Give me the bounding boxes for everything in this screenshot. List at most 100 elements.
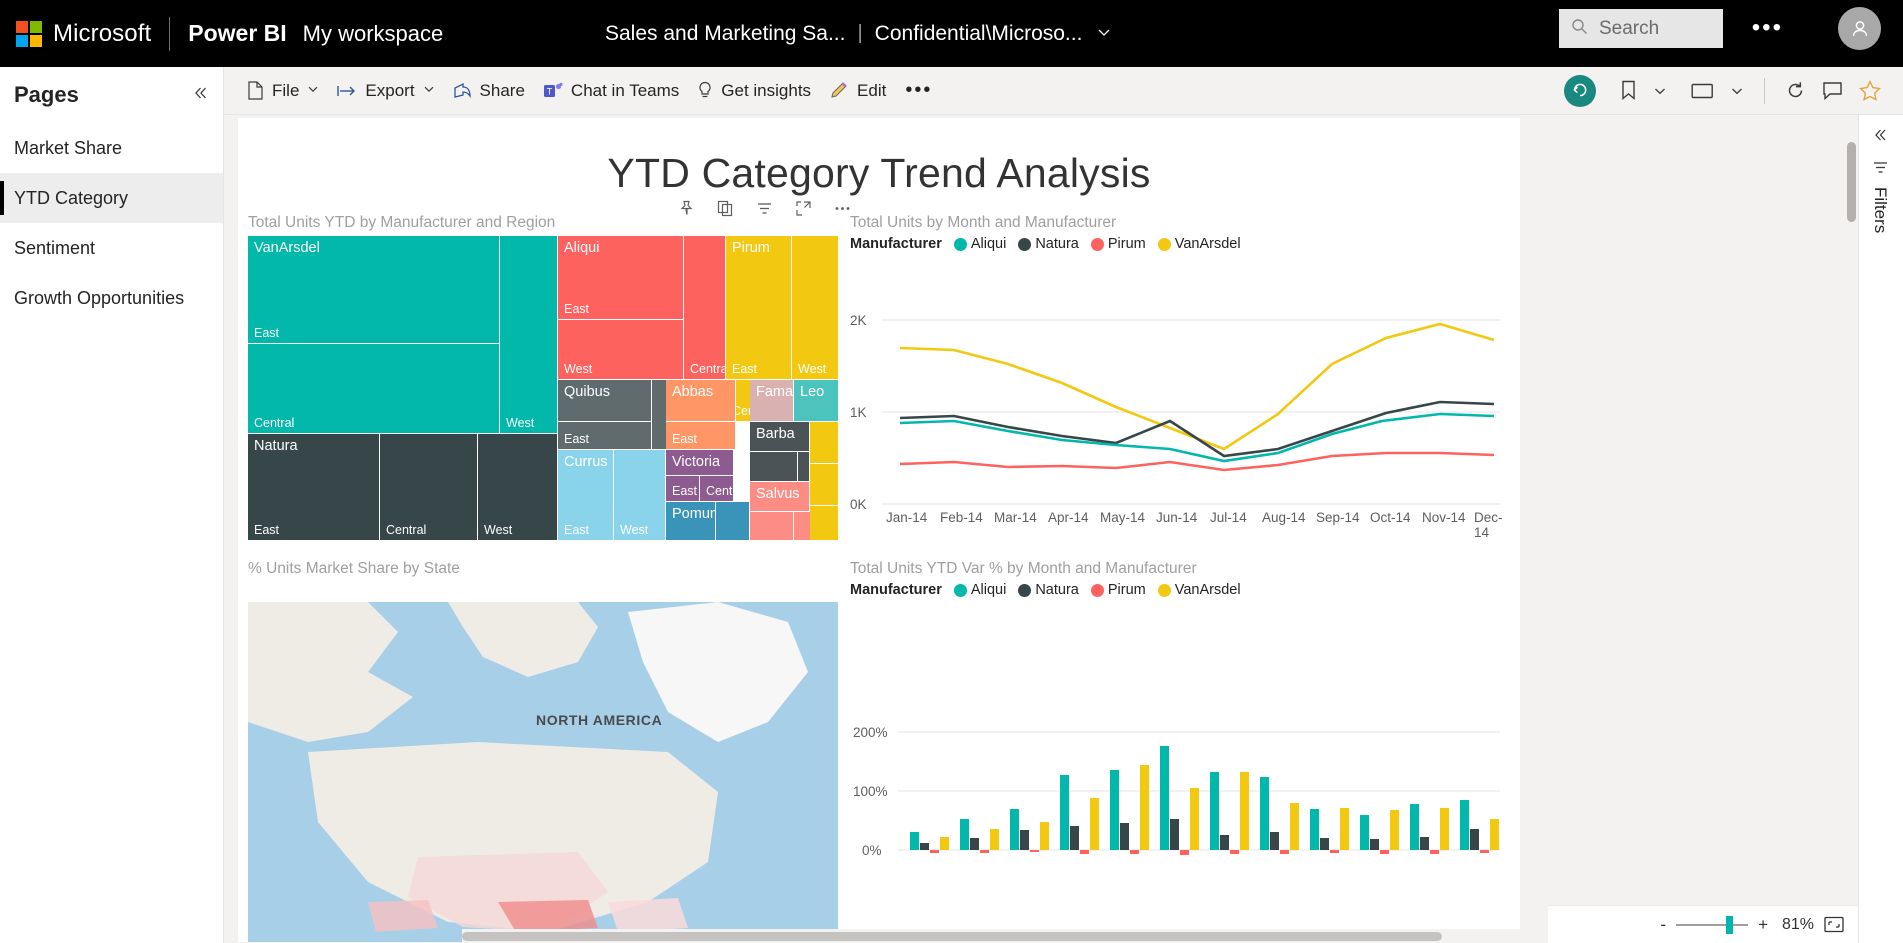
file-menu-button[interactable]: File	[238, 73, 328, 109]
tile-manufacturer: Pirum	[732, 240, 770, 256]
treemap-tile[interactable]: East	[666, 422, 736, 450]
chevron-down-icon[interactable]	[1096, 22, 1112, 46]
treemap-tile[interactable]: Barba	[750, 422, 810, 452]
tile-manufacturer: Barba	[756, 426, 795, 442]
chat-in-teams-button[interactable]: T Chat in Teams	[534, 73, 688, 109]
treemap-tile[interactable]: West	[614, 450, 666, 540]
filters-pane-label[interactable]: Filters	[1870, 187, 1890, 233]
expand-filters-pane-button[interactable]	[1872, 127, 1888, 148]
title-separator: |	[857, 22, 863, 44]
refresh-button[interactable]	[1777, 80, 1814, 101]
x-tick: Jul-14	[1210, 510, 1247, 525]
bookmarks-button[interactable]	[1612, 80, 1645, 101]
treemap-tile[interactable]: Central	[684, 236, 726, 380]
treemap-tile[interactable]: Pomum	[666, 502, 716, 540]
zoom-slider[interactable]	[1676, 915, 1749, 934]
sensitivity-label[interactable]: Confidential\Microso...	[875, 22, 1083, 46]
treemap-tile[interactable]: Aliqui East	[558, 236, 684, 320]
zoom-in-button[interactable]: +	[1758, 915, 1768, 935]
filter-icon[interactable]	[756, 200, 773, 217]
tile-region: East	[672, 484, 698, 498]
treemap-tile[interactable]: Abbas	[666, 380, 736, 422]
treemap-tile[interactable]: Natura East	[248, 434, 380, 540]
canvas-vertical-scrollbar[interactable]	[1845, 115, 1858, 927]
treemap-tile[interactable]: West	[478, 434, 558, 540]
reset-to-default-button[interactable]	[1564, 74, 1596, 107]
tile-manufacturer: Abbas	[672, 384, 714, 400]
export-menu-button[interactable]: Export	[328, 73, 443, 109]
treemap-tile[interactable]	[810, 464, 838, 506]
treemap-tile[interactable]: Victoria	[666, 450, 734, 476]
treemap-tile[interactable]: East	[666, 476, 700, 502]
search-icon	[1571, 18, 1588, 40]
treemap-tile[interactable]	[810, 506, 838, 540]
top-more-options-button[interactable]: •••	[1752, 16, 1783, 40]
x-tick: Feb-14	[940, 510, 983, 525]
line-chart-visual[interactable]: Manufacturer Aliqui Natura Pirum VanArsd…	[850, 214, 1512, 540]
bookmarks-chevron-icon[interactable]	[1645, 84, 1675, 98]
collapse-pages-pane-button[interactable]	[191, 84, 209, 107]
scrollbar-thumb[interactable]	[1847, 142, 1856, 222]
treemap-tile[interactable]: Central	[700, 476, 734, 502]
tile-region: East	[254, 326, 280, 340]
fit-to-page-icon[interactable]	[1824, 916, 1844, 933]
treemap-tile[interactable]: Currus East	[558, 450, 614, 540]
page-label: Sentiment	[14, 237, 96, 258]
treemap-tile[interactable]: Central	[380, 434, 478, 540]
treemap-tile[interactable]	[750, 452, 798, 482]
pages-pane: Pages Market Share YTD Category Sentimen…	[0, 67, 224, 943]
powerbi-wordmark[interactable]: Power BI	[188, 20, 286, 47]
tile-manufacturer: Currus	[564, 454, 608, 470]
treemap-tile[interactable]: Leo	[794, 380, 838, 422]
treemap-tile[interactable]: West	[500, 236, 558, 434]
scrollbar-thumb[interactable]	[462, 932, 1442, 941]
treemap-tile[interactable]: West	[558, 320, 684, 380]
treemap-tile[interactable]: VanArsdel East	[248, 236, 500, 344]
share-button[interactable]: Share	[444, 73, 534, 109]
more-options-icon[interactable]	[834, 200, 851, 217]
page-item-market-share[interactable]: Market Share	[0, 123, 223, 173]
view-mode-chevron-icon[interactable]	[1722, 84, 1752, 98]
zoom-slider-thumb[interactable]	[1726, 915, 1734, 934]
view-mode-button[interactable]	[1683, 82, 1722, 100]
tile-region: East	[564, 432, 590, 446]
toolbar-more-options-button[interactable]: •••	[895, 79, 942, 102]
treemap-tile[interactable]	[716, 502, 750, 540]
treemap-tile[interactable]: East	[558, 422, 652, 450]
copy-icon[interactable]	[717, 200, 734, 217]
treemap-tile[interactable]: West	[792, 236, 838, 380]
pin-icon[interactable]	[678, 200, 695, 217]
report-name[interactable]: Sales and Marketing Sa...	[605, 22, 845, 46]
focus-mode-icon[interactable]	[795, 200, 812, 217]
zoom-out-button[interactable]: -	[1660, 915, 1666, 935]
treemap-tile[interactable]	[810, 422, 838, 464]
page-item-ytd-category[interactable]: YTD Category	[0, 173, 223, 223]
map-visual[interactable]: NORTH AMERICA	[248, 578, 838, 942]
treemap-title: Total Units YTD by Manufacturer and Regi…	[248, 214, 556, 231]
filter-icon[interactable]	[1872, 159, 1889, 181]
edit-button[interactable]: Edit	[820, 73, 895, 109]
page-item-growth-opportunities[interactable]: Growth Opportunities	[0, 273, 223, 323]
comment-button[interactable]	[1814, 81, 1851, 101]
favorite-button[interactable]	[1851, 80, 1889, 101]
avatar[interactable]	[1838, 7, 1881, 50]
workspace-name[interactable]: My workspace	[303, 21, 444, 47]
treemap-tile[interactable]: Central	[248, 344, 500, 434]
map-canvas[interactable]: NORTH AMERICA	[248, 602, 838, 942]
bar-chart-visual[interactable]: Manufacturer Aliqui Natura Pirum VanArsd…	[850, 560, 1512, 942]
treemap-tile[interactable]	[750, 512, 794, 540]
microsoft-brand[interactable]: Microsoft	[16, 20, 151, 48]
get-insights-button[interactable]: Get insights	[688, 73, 820, 109]
chevron-down-icon	[307, 83, 319, 98]
treemap-visual[interactable]: VanArsdel East Central West Natura East …	[248, 236, 838, 540]
canvas-horizontal-scrollbar[interactable]	[462, 929, 1732, 943]
x-tick: Dec-14	[1474, 510, 1503, 540]
treemap-tile[interactable]	[798, 452, 810, 482]
treemap-tile[interactable]: Pirum East	[726, 236, 792, 380]
treemap-tile[interactable]	[794, 512, 810, 540]
treemap-tile[interactable]: Fama	[750, 380, 794, 422]
search-input[interactable]: Search	[1559, 9, 1723, 48]
treemap-tile[interactable]: Quibus	[558, 380, 652, 422]
treemap-tile[interactable]: Salvus	[750, 482, 810, 512]
page-item-sentiment[interactable]: Sentiment	[0, 223, 223, 273]
